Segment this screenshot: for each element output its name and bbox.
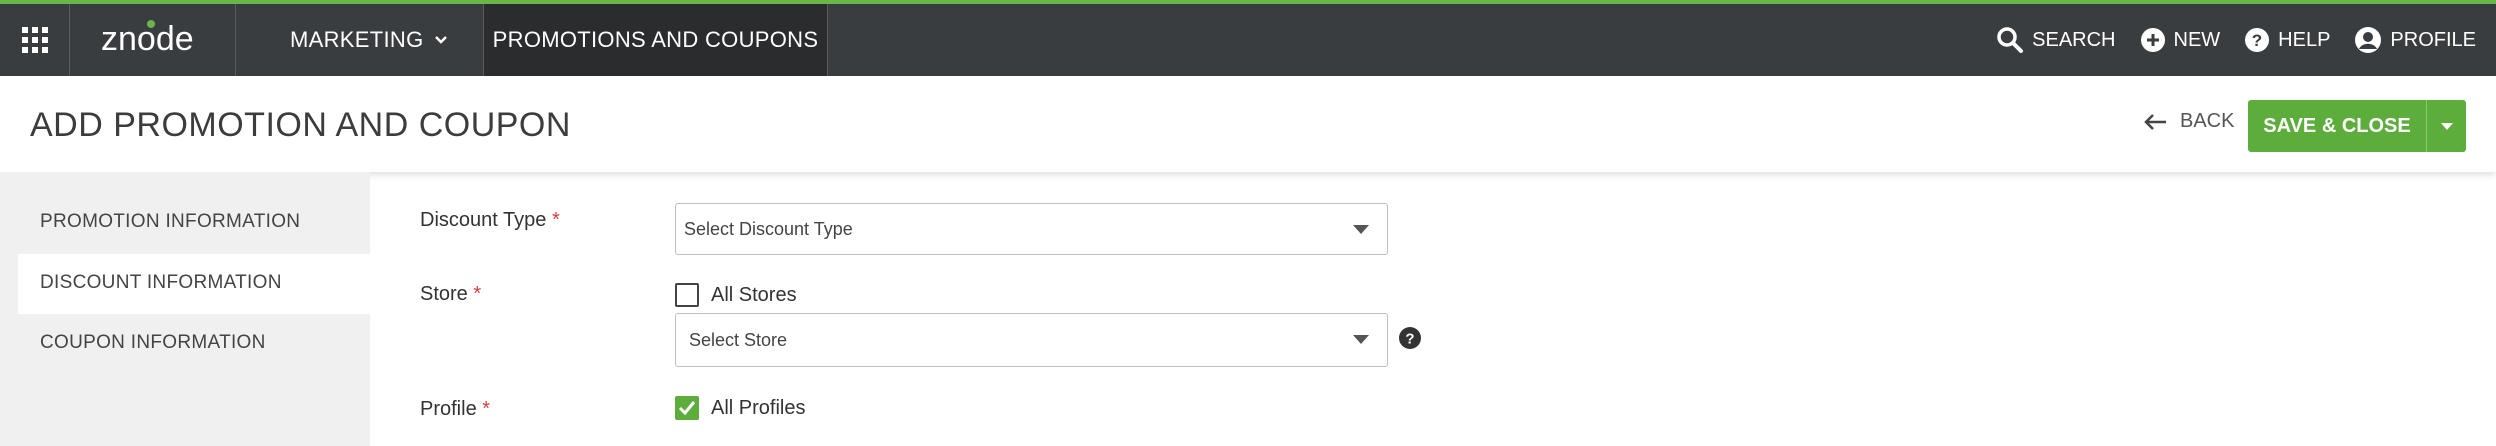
plus-circle-icon bbox=[2140, 28, 2165, 52]
tab-label: PROMOTIONS AND COUPONS bbox=[492, 27, 819, 52]
required-marker: * bbox=[473, 283, 482, 305]
save-and-close-button[interactable]: SAVE & CLOSE bbox=[2248, 100, 2426, 152]
profile-button[interactable]: PROFILE bbox=[2354, 26, 2476, 54]
chevron-down-icon bbox=[434, 36, 447, 44]
marketing-menu[interactable]: MARKETING bbox=[236, 4, 484, 76]
store-label-text: Store bbox=[420, 283, 468, 305]
question-circle-icon[interactable]: ? bbox=[1398, 326, 1422, 350]
caret-down-icon bbox=[1353, 335, 1369, 344]
save-and-close-split-button: SAVE & CLOSE bbox=[2248, 100, 2466, 152]
all-profiles-checkbox[interactable] bbox=[675, 396, 699, 420]
store-select[interactable]: Select Store bbox=[675, 313, 1388, 367]
required-marker: * bbox=[551, 209, 560, 231]
help-button[interactable]: ? HELP bbox=[2244, 27, 2330, 53]
user-circle-icon bbox=[2355, 27, 2382, 53]
svg-text:znode: znode bbox=[101, 20, 194, 58]
sidebar-item-coupon-information[interactable]: COUPON INFORMATION bbox=[40, 332, 266, 354]
store-placeholder: Select Store bbox=[689, 329, 788, 350]
sidebar-item-promotion-information[interactable]: PROMOTION INFORMATION bbox=[40, 211, 300, 233]
section-sidebar: PROMOTION INFORMATION DISCOUNT INFORMATI… bbox=[0, 172, 370, 446]
profile-label-text: Profile bbox=[420, 398, 477, 420]
arrow-left-icon bbox=[2144, 113, 2166, 130]
discount-type-select[interactable]: Select Discount Type bbox=[675, 203, 1388, 255]
svg-text:?: ? bbox=[1405, 331, 1414, 348]
marketing-menu-label: MARKETING bbox=[290, 27, 424, 52]
znode-logo-image: znode bbox=[101, 20, 194, 58]
all-profiles-label: All Profiles bbox=[711, 397, 806, 419]
profile-label: PROFILE bbox=[2390, 28, 2476, 51]
all-stores-label: All Stores bbox=[711, 284, 797, 306]
question-circle-icon: ? bbox=[2245, 28, 2270, 52]
page-title: ADD PROMOTION AND COUPON bbox=[30, 106, 571, 144]
search-label: SEARCH bbox=[2032, 28, 2116, 51]
all-stores-checkbox[interactable] bbox=[675, 283, 699, 307]
tab-promotions-and-coupons[interactable]: PROMOTIONS AND COUPONS bbox=[484, 4, 828, 76]
caret-down-icon bbox=[2440, 123, 2453, 130]
top-navigation-bar: znode MARKETING PROMOTIONS AND COUPONS S… bbox=[0, 0, 2496, 76]
discount-type-placeholder: Select Discount Type bbox=[684, 218, 853, 239]
svg-text:?: ? bbox=[2252, 31, 2262, 50]
discount-type-label: Discount Type * bbox=[420, 209, 560, 232]
check-icon bbox=[678, 401, 696, 416]
search-button[interactable]: SEARCH bbox=[1996, 26, 2116, 54]
sidebar-item-discount-information[interactable]: DISCOUNT INFORMATION bbox=[40, 272, 282, 294]
new-button[interactable]: NEW bbox=[2140, 27, 2221, 53]
search-icon bbox=[1997, 27, 2024, 53]
znode-logo[interactable]: znode bbox=[70, 4, 236, 76]
help-label: HELP bbox=[2278, 28, 2331, 51]
page-header: ADD PROMOTION AND COUPON BACK SAVE & CLO… bbox=[0, 76, 2496, 172]
apps-grid-icon[interactable] bbox=[0, 4, 70, 76]
new-label: NEW bbox=[2173, 28, 2221, 51]
discount-type-label-text: Discount Type bbox=[420, 209, 547, 231]
back-button[interactable]: BACK bbox=[2142, 110, 2234, 133]
required-marker: * bbox=[482, 398, 491, 420]
caret-down-icon bbox=[1353, 225, 1369, 234]
profile-label: Profile * bbox=[420, 398, 490, 421]
back-label: BACK bbox=[2180, 110, 2235, 132]
save-options-dropdown[interactable] bbox=[2426, 100, 2466, 152]
store-label: Store * bbox=[420, 283, 481, 306]
